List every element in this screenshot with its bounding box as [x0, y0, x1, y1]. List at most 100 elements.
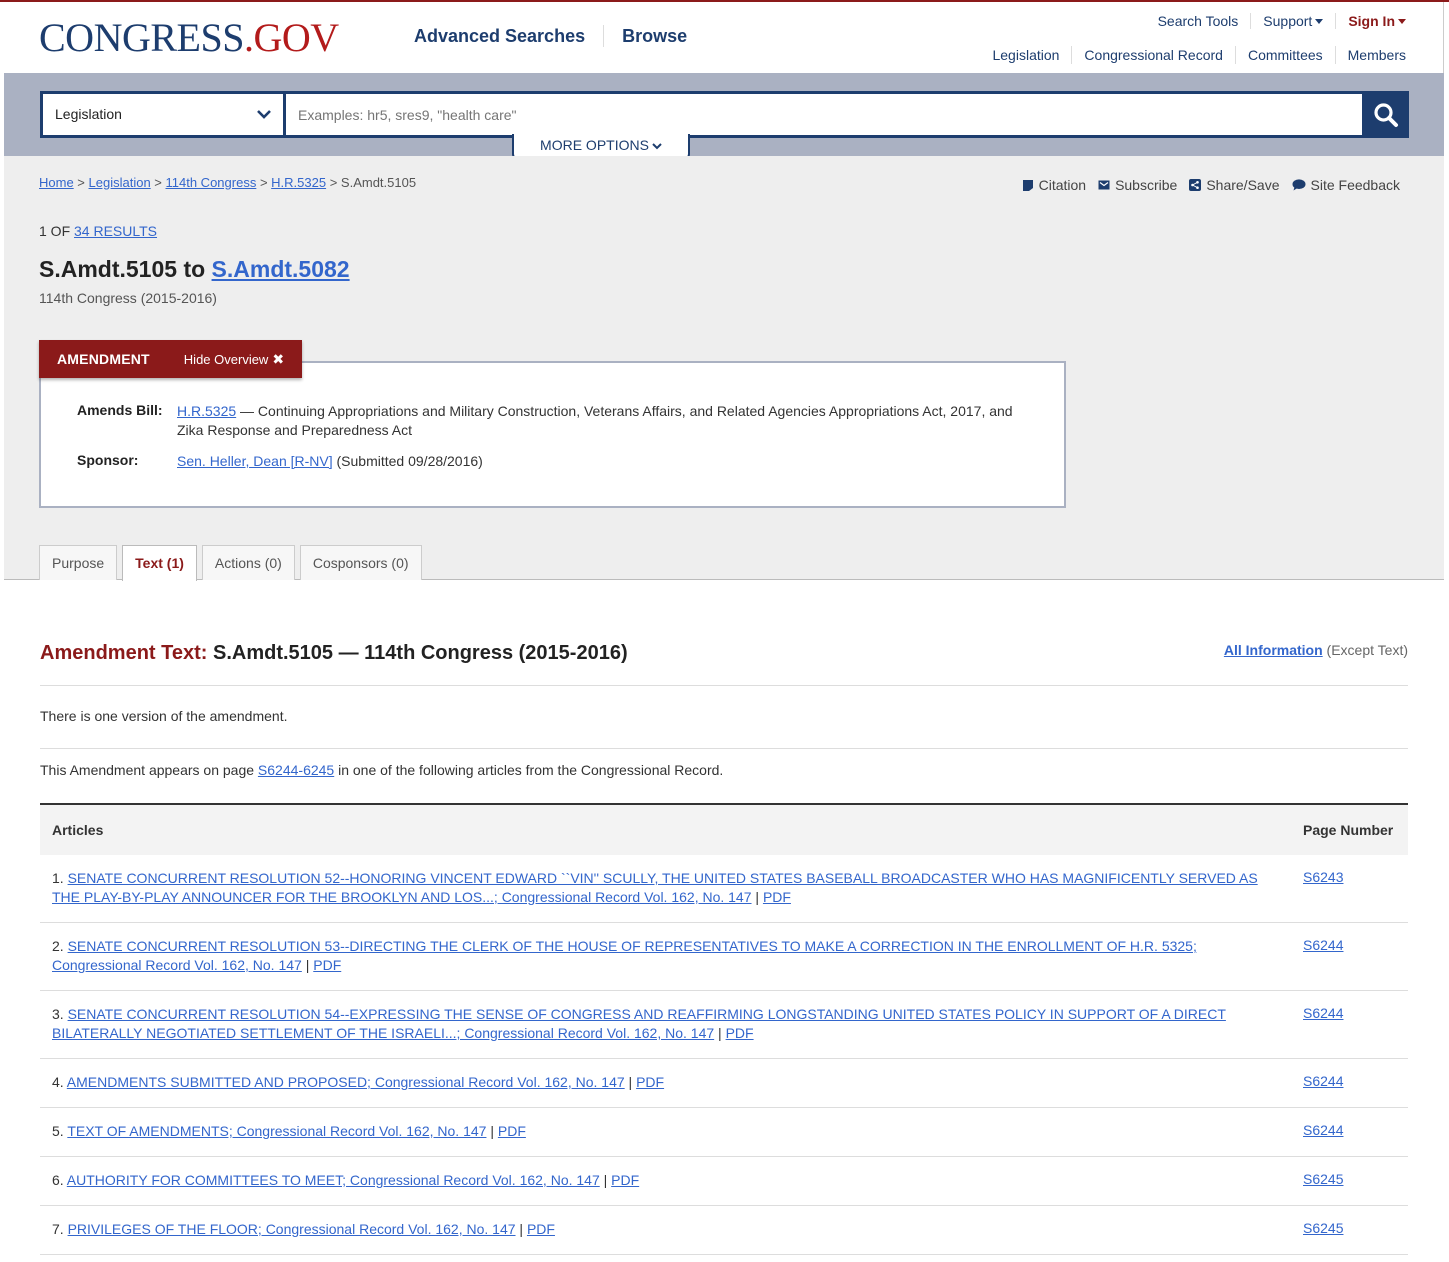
page-number-link[interactable]: S6245 [1303, 1171, 1343, 1187]
amends-bill-value: H.R.5325 — Continuing Appropriations and… [177, 402, 1017, 440]
page-number-link[interactable]: S6243 [1303, 869, 1343, 885]
table-row: 1. SENATE CONCURRENT RESOLUTION 52--HONO… [40, 855, 1408, 923]
heading-lead: Amendment Text: [40, 642, 208, 664]
article-link[interactable]: SENATE CONCURRENT RESOLUTION 54--EXPRESS… [52, 1006, 1226, 1041]
support-menu[interactable]: Support [1251, 12, 1335, 30]
breadcrumb: Home > Legislation > 114th Congress > H.… [39, 175, 417, 190]
pdf-link[interactable]: PDF [313, 957, 341, 973]
page-number-cell: S6245 [1290, 1220, 1408, 1254]
citation-icon [1022, 179, 1033, 191]
breadcrumb-bill[interactable]: H.R.5325 [271, 175, 326, 190]
pipe-separator: | [714, 1025, 726, 1041]
article-cell: 4. AMENDMENTS SUBMITTED AND PROPOSED; Co… [40, 1073, 1290, 1107]
tab-purpose[interactable]: Purpose [39, 545, 118, 580]
share-save-label: Share/Save [1206, 177, 1280, 193]
article-link[interactable]: AUTHORITY FOR COMMITTEES TO MEET; Congre… [67, 1172, 600, 1188]
search-input[interactable] [286, 94, 1362, 135]
table-row: 4. AMENDMENTS SUBMITTED AND PROPOSED; Co… [40, 1059, 1408, 1108]
amends-bill-link[interactable]: H.R.5325 [177, 403, 236, 419]
secnav-members[interactable]: Members [1336, 46, 1406, 64]
nav-divider [603, 25, 605, 47]
article-number: 2. [52, 938, 68, 954]
chevron-down-icon [257, 110, 271, 119]
subscribe-tool[interactable]: Subscribe [1098, 177, 1177, 193]
versions-text: There is one version of the amendment. [40, 708, 288, 724]
hide-overview-button[interactable]: Hide Overview ✖ [168, 351, 302, 368]
hide-overview-label: Hide Overview [183, 351, 269, 367]
congress-subtitle: 114th Congress (2015-2016) [39, 290, 217, 306]
divider [40, 685, 1408, 686]
all-information-suffix: (Except Text) [1322, 642, 1408, 658]
article-link[interactable]: TEXT OF AMENDMENTS; Congressional Record… [67, 1123, 486, 1139]
overview-region: Home > Legislation > 114th Congress > H.… [4, 156, 1444, 581]
caret-down-icon [1398, 18, 1406, 24]
pdf-link[interactable]: PDF [726, 1025, 754, 1041]
pdf-link[interactable]: PDF [527, 1221, 555, 1237]
search-button[interactable] [1366, 94, 1406, 135]
all-information-link[interactable]: All Information [1224, 642, 1323, 658]
all-information: All Information (Except Text) [1224, 642, 1408, 658]
pdf-link[interactable]: PDF [763, 889, 791, 905]
sponsor-value: Sen. Heller, Dean [R-NV] (Submitted 09/2… [177, 452, 1017, 471]
table-row: 2. SENATE CONCURRENT RESOLUTION 53--DIRE… [40, 923, 1408, 991]
congress-gov-logo[interactable]: CONGRESS.GOV [39, 16, 339, 60]
page-range-link[interactable]: S6244-6245 [258, 762, 334, 778]
nav-advanced-searches[interactable]: Advanced Searches [414, 24, 603, 48]
pipe-separator: | [515, 1221, 527, 1237]
pdf-link[interactable]: PDF [498, 1123, 526, 1139]
results-link[interactable]: 34 RESULTS [74, 223, 157, 239]
tab-actions[interactable]: Actions (0) [201, 545, 295, 580]
secnav-legislation[interactable]: Legislation [980, 46, 1071, 64]
secondary-nav: Legislation Congressional Record Committ… [980, 46, 1406, 64]
tab-cosponsors[interactable]: Cosponsors (0) [299, 545, 422, 580]
page-title: S.Amdt.5105 to S.Amdt.5082 [39, 256, 350, 283]
support-label: Support [1263, 13, 1313, 29]
main-nav: Advanced Searches Browse [414, 24, 705, 48]
article-cell: 6. AUTHORITY FOR COMMITTEES TO MEET; Con… [40, 1171, 1290, 1205]
sign-in-menu[interactable]: Sign In [1336, 12, 1406, 30]
amendment-title: S.Amdt.5105 to [39, 256, 206, 282]
close-icon: ✖ [272, 350, 285, 367]
search-icon [1374, 102, 1398, 127]
share-save-tool[interactable]: Share/Save [1189, 177, 1280, 193]
collection-select-value: Legislation [55, 106, 122, 122]
article-link[interactable]: AMENDMENTS SUBMITTED AND PROPOSED; Congr… [67, 1074, 625, 1090]
pipe-separator: | [624, 1074, 637, 1090]
search-tools-link[interactable]: Search Tools [1146, 12, 1251, 30]
sponsor-submitted: (Submitted 09/28/2016) [332, 453, 483, 469]
article-link[interactable]: PRIVILEGES OF THE FLOOR; Congressional R… [68, 1221, 516, 1237]
amends-bill-desc: — Continuing Appropriations and Military… [177, 403, 1013, 438]
pdf-link[interactable]: PDF [636, 1074, 664, 1090]
sponsor-link[interactable]: Sen. Heller, Dean [R-NV] [177, 453, 333, 469]
page-number-link[interactable]: S6244 [1303, 1005, 1343, 1021]
secnav-congressional-record[interactable]: Congressional Record [1072, 46, 1235, 64]
article-number: 4. [52, 1074, 67, 1090]
breadcrumb-congress[interactable]: 114th Congress [166, 175, 257, 190]
appears-suffix: in one of the following articles from th… [334, 762, 724, 778]
page-number-cell: S6245 [1290, 1171, 1408, 1205]
more-options-label: MORE OPTIONS [540, 137, 649, 153]
table-header: Articles Page Number [40, 805, 1408, 855]
page-number-link[interactable]: S6245 [1303, 1220, 1343, 1236]
page-number-link[interactable]: S6244 [1303, 937, 1343, 953]
tab-text[interactable]: Text (1) [122, 545, 197, 581]
article-link[interactable]: SENATE CONCURRENT RESOLUTION 53--DIRECTI… [52, 938, 1197, 973]
caret-down-icon [1315, 18, 1324, 24]
article-cell: 1. SENATE CONCURRENT RESOLUTION 52--HONO… [40, 869, 1290, 922]
breadcrumb-legislation[interactable]: Legislation [89, 175, 151, 190]
breadcrumb-home[interactable]: Home [39, 175, 74, 190]
article-link[interactable]: SENATE CONCURRENT RESOLUTION 52--HONORIN… [52, 870, 1258, 905]
pdf-link[interactable]: PDF [611, 1172, 639, 1188]
article-number: 1. [52, 870, 68, 886]
page-number-link[interactable]: S6244 [1303, 1073, 1343, 1089]
secnav-committees[interactable]: Committees [1236, 46, 1335, 64]
nav-browse[interactable]: Browse [622, 24, 705, 48]
citation-tool[interactable]: Citation [1022, 177, 1086, 193]
parent-amendment-link[interactable]: S.Amdt.5082 [212, 256, 350, 282]
page-number-link[interactable]: S6244 [1303, 1122, 1343, 1138]
collection-select[interactable]: Legislation [43, 94, 283, 135]
results-prefix: 1 OF [39, 223, 71, 239]
chevron-down-icon [652, 143, 662, 150]
article-cell: 7. PRIVILEGES OF THE FLOOR; Congressiona… [40, 1220, 1290, 1254]
site-feedback-tool[interactable]: Site Feedback [1292, 177, 1400, 193]
